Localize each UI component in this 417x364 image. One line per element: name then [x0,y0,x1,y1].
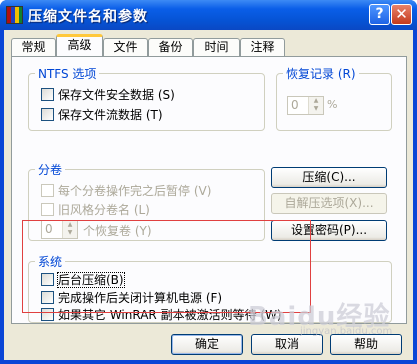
recovery-record-spinner[interactable]: 0 ▲ ▼ [287,96,324,115]
system-legend: 系统 [35,253,66,270]
save-streams-checkbox[interactable]: 保存文件流数据 (T) [41,106,163,122]
winrar-icon [6,6,23,24]
title-bar[interactable]: 压缩文件名和参数 ? ✕ [0,0,417,30]
tab-comment[interactable]: 注释 [240,38,285,57]
close-icon[interactable]: ✕ [391,4,412,25]
checkbox-box[interactable] [41,108,54,121]
recovery-volumes-label: 个恢复卷 (Y) [83,224,152,238]
ntfs-options-legend: NTFS 选项 [35,65,100,82]
tab-panel-advanced: NTFS 选项 保存文件安全数据 (S) 保存文件流数据 (T) 恢复记录 (R… [11,56,407,324]
watermark-url: jingyan.baidu.com [300,326,393,337]
spin-down-icon: ▼ [313,105,319,112]
spin-up-icon: ▲ [313,97,319,104]
save-security-checkbox[interactable]: 保存文件安全数据 (S) [41,86,175,102]
tab-general[interactable]: 常规 [11,38,56,57]
window-title: 压缩文件名和参数 [28,9,148,25]
tab-backup[interactable]: 备份 [148,38,193,57]
spin-down-icon: ▼ [67,229,73,236]
checkbox-box[interactable] [41,203,54,216]
recovery-record-group: 恢复记录 (R) 0 ▲ ▼ % [276,65,392,131]
volumes-legend: 分卷 [35,161,66,178]
checkbox-box[interactable] [41,184,54,197]
pause-after-volume-checkbox[interactable]: 每个分卷操作完之后暂停 (V) [41,182,211,198]
tab-time[interactable]: 时间 [193,38,240,57]
compression-settings-button[interactable]: 压缩(C)... [271,167,387,188]
tab-files[interactable]: 文件 [103,38,148,57]
recovery-volumes-spinner[interactable]: 0 ▲ ▼ [41,220,78,239]
wait-other-copies-checkbox[interactable]: 如果其它 WinRAR 副本被激活则等待 (W) [41,306,282,322]
checkbox-box[interactable] [41,273,54,286]
cancel-button[interactable]: 取消 [251,334,323,355]
checkbox-box[interactable] [41,291,54,304]
recovery-unit: % [327,98,338,111]
sfx-options-button[interactable]: 自解压选项(X)... [271,193,387,214]
background-compress-checkbox[interactable]: 后台压缩(B) [41,271,125,288]
set-password-button[interactable]: 设置密码(P)... [271,220,387,241]
checkbox-box[interactable] [41,88,54,101]
help-icon[interactable]: ? [369,4,390,25]
volumes-group: 分卷 每个分卷操作完之后暂停 (V) 旧风格分卷名 (L) 0 ▲ ▼ 个恢复卷 … [28,161,265,241]
tab-advanced[interactable]: 高级 [56,34,103,56]
checkbox-box[interactable] [41,308,54,321]
ok-button[interactable]: 确定 [171,334,243,355]
ntfs-options-group: NTFS 选项 保存文件安全数据 (S) 保存文件流数据 (T) [28,65,265,131]
old-style-names-checkbox[interactable]: 旧风格分卷名 (L) [41,201,150,217]
spin-up-icon: ▲ [67,221,73,228]
shutdown-when-done-checkbox[interactable]: 完成操作后关闭计算机电源 (F) [41,289,222,305]
help-button[interactable]: 帮助 [330,334,402,355]
recovery-record-legend: 恢复记录 (R) [283,65,359,82]
